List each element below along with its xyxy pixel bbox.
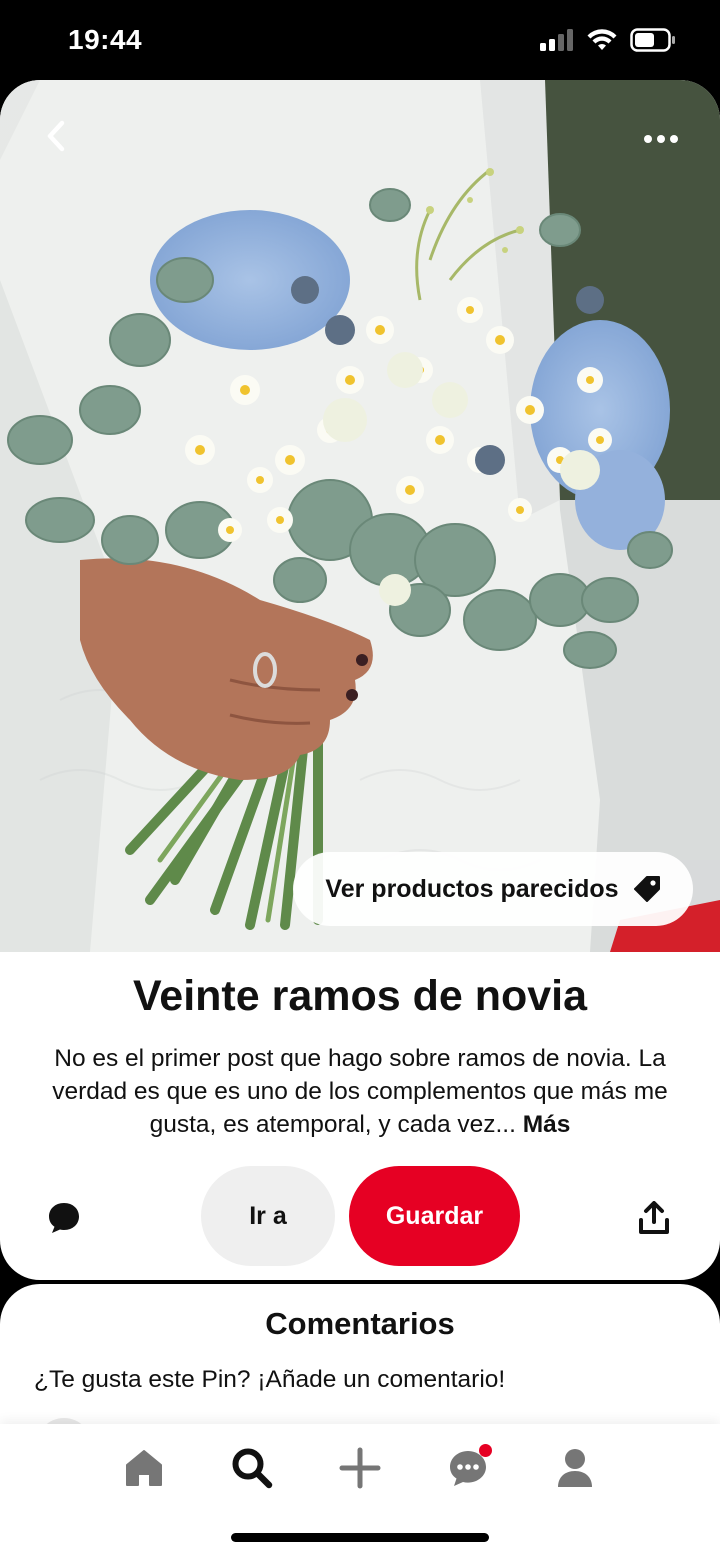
nav-home[interactable] — [114, 1438, 174, 1498]
share-icon — [639, 1201, 669, 1234]
more-horizontal-icon-dot — [644, 135, 652, 143]
back-button[interactable] — [34, 114, 78, 158]
profile-icon — [558, 1449, 592, 1487]
status-icons — [540, 28, 676, 52]
home-icon — [126, 1450, 162, 1486]
pin-image[interactable]: Ver productos parecidos — [0, 80, 720, 952]
nav-create[interactable] — [330, 1438, 390, 1498]
home-indicator — [231, 1533, 489, 1542]
visit-button[interactable]: Ir a — [201, 1166, 335, 1266]
more-link[interactable]: Más — [523, 1111, 571, 1138]
similar-products-button[interactable]: Ver productos parecidos — [293, 852, 693, 926]
status-time: 19:44 — [68, 24, 143, 55]
tag-icon — [633, 876, 660, 902]
status-bar: 19:44 — [0, 0, 720, 80]
notification-dot — [479, 1444, 492, 1457]
pin-description-text: No es el primer post que hago sobre ramo… — [52, 1045, 668, 1138]
more-options-button[interactable] — [636, 124, 686, 154]
comments-title: Comentarios — [265, 1306, 455, 1341]
action-row: Ir a Guardar — [0, 1166, 720, 1266]
pin-description: No es el primer post que hago sobre ramo… — [30, 1042, 690, 1141]
wifi-icon — [587, 29, 617, 50]
similar-products-label: Ver productos parecidos — [325, 874, 619, 903]
cellular-signal-icon — [540, 29, 573, 51]
pin-card: Ver productos parecidos Veinte ramos de … — [0, 80, 720, 1280]
more-horizontal-icon-dot — [670, 135, 678, 143]
save-button[interactable]: Guardar — [349, 1166, 520, 1266]
nav-search[interactable] — [222, 1438, 282, 1498]
pin-title: Veinte ramos de novia — [132, 972, 588, 1020]
nav-profile[interactable] — [545, 1438, 605, 1498]
share-button[interactable] — [630, 1194, 678, 1242]
plus-icon — [339, 1447, 381, 1489]
bouquet-photo — [0, 80, 720, 952]
search-icon — [232, 1448, 273, 1489]
battery-icon — [630, 28, 675, 52]
more-horizontal-icon-dot — [657, 135, 665, 143]
comment-button[interactable] — [40, 1194, 88, 1242]
nav-messages[interactable] — [438, 1438, 498, 1498]
speech-bubble-icon — [49, 1203, 79, 1233]
add-comment-prompt[interactable]: ¿Te gusta este Pin? ¡Añade un comentario… — [34, 1366, 505, 1394]
chevron-left-icon — [47, 120, 65, 152]
